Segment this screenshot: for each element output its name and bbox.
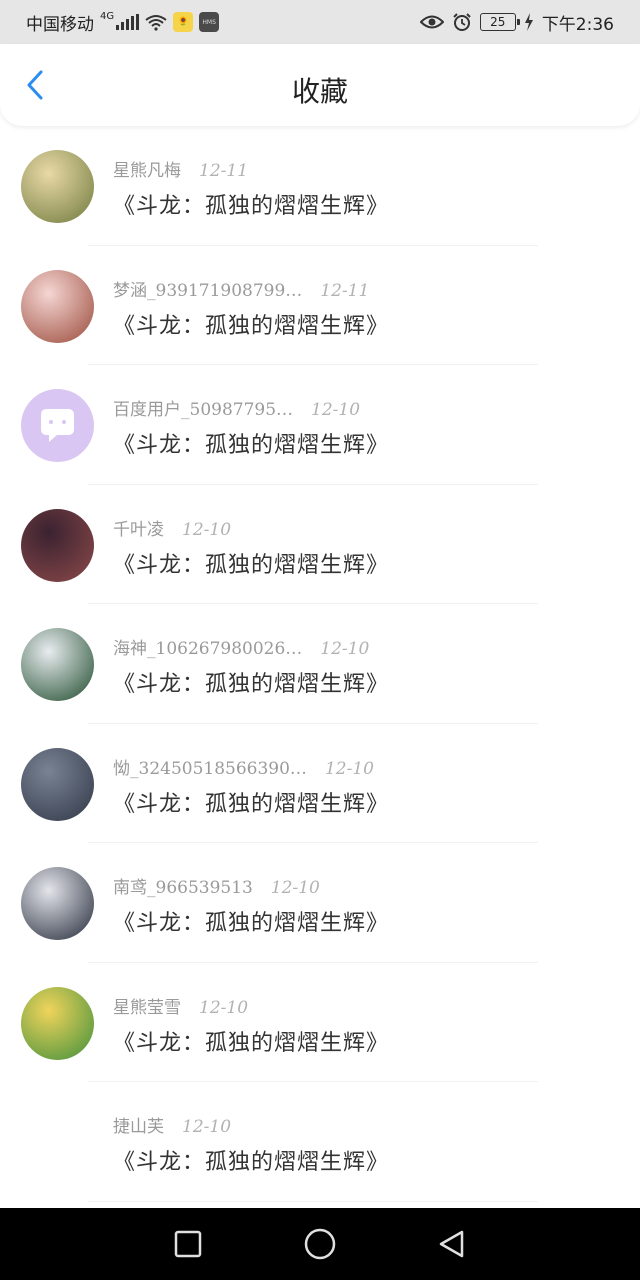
username[interactable]: 星熊凡梅 [113, 161, 181, 181]
date: 12-10 [320, 639, 370, 659]
triangle-back-icon [439, 1230, 464, 1258]
circle-icon [304, 1228, 336, 1260]
favorite-title[interactable]: 《斗龙：孤独的熠熠生辉》 [113, 1144, 389, 1176]
date: 12-11 [199, 161, 249, 181]
list-item[interactable]: 星熊莹雪 12-10 《斗龙：孤独的熠熠生辉》 [0, 963, 640, 1082]
username[interactable]: 捷山芙 [113, 1117, 164, 1137]
favorite-title[interactable]: 《斗龙：孤独的熠熠生辉》 [113, 188, 389, 220]
list-item[interactable]: 捷山芙 12-10 《斗龙：孤独的熠熠生辉》 [0, 1082, 640, 1202]
header: 收藏 [0, 44, 640, 126]
username[interactable]: 海神_106267980026… [113, 639, 302, 659]
home-button[interactable] [297, 1221, 343, 1267]
date: 12-11 [320, 280, 370, 301]
list-item[interactable]: 海神_106267980026… 12-10 《斗龙：孤独的熠熠生辉》 [0, 604, 640, 724]
avatar[interactable] [21, 389, 94, 462]
username[interactable]: 星熊莹雪 [113, 998, 181, 1018]
avatar[interactable] [21, 508, 94, 582]
username[interactable]: 百度用户_50987795… [113, 400, 293, 420]
list-item[interactable]: 梦涵_939171908799… 12-11 《斗龙：孤独的熠熠生辉》 [0, 246, 640, 365]
list-item[interactable]: 怮_32450518566390… 12-10 《斗龙：孤独的熠熠生辉》 [0, 724, 640, 843]
charging-icon [524, 13, 533, 31]
signal-icon [116, 14, 140, 30]
favorites-list: 星熊凡梅 12-11 《斗龙：孤独的熠熠生辉》 梦涵_939171908799… 1… [0, 126, 640, 1208]
date: 12-10 [324, 758, 374, 779]
date: 12-10 [311, 400, 361, 420]
username[interactable]: 南鸢_966539513 [113, 878, 253, 898]
favorite-title[interactable]: 《斗龙：孤独的熠熠生辉》 [113, 786, 389, 818]
favorite-title[interactable]: 《斗龙：孤独的熠熠生辉》 [113, 308, 389, 340]
list-item[interactable]: 星熊凡梅 12-11 《斗龙：孤独的熠熠生辉》 [0, 126, 640, 246]
date: 12-10 [182, 1117, 232, 1137]
list-item[interactable]: 百度用户_50987795… 12-10 《斗龙：孤独的熠熠生辉》 [0, 365, 640, 485]
status-bar: 中国移动 4G 🌻 HMS 25 下午2:36 [0, 0, 640, 44]
avatar[interactable] [21, 628, 94, 701]
recent-apps-button[interactable] [165, 1221, 211, 1267]
avatar[interactable] [21, 747, 94, 821]
favorite-title[interactable]: 《斗龙：孤独的熠熠生辉》 [113, 905, 389, 937]
username[interactable]: 梦涵_939171908799… [113, 281, 302, 301]
date: 12-10 [270, 878, 320, 898]
list-item[interactable]: 千叶凌 12-10 《斗龙：孤独的熠熠生辉》 [0, 485, 640, 604]
favorite-title[interactable]: 《斗龙：孤独的熠熠生辉》 [113, 427, 389, 459]
back-nav-button[interactable] [429, 1221, 475, 1267]
username[interactable]: 怮_32450518566390… [113, 759, 307, 779]
avatar[interactable] [21, 1106, 94, 1179]
date: 12-10 [182, 519, 232, 540]
battery-icon: 25 [479, 13, 520, 31]
chat-bubble-icon [41, 409, 74, 442]
avatar[interactable] [21, 150, 94, 223]
alarm-icon [453, 13, 471, 31]
favorite-title[interactable]: 《斗龙：孤独的熠熠生辉》 [113, 547, 389, 579]
carrier-label: 中国移动 [26, 14, 94, 35]
list-item[interactable]: 南鸢_966539513 12-10 《斗龙：孤独的熠熠生辉》 [0, 843, 640, 963]
eye-icon [419, 15, 444, 29]
avatar[interactable] [21, 986, 94, 1060]
favorite-title[interactable]: 《斗龙：孤独的熠熠生辉》 [113, 1025, 389, 1057]
favorite-title[interactable]: 《斗龙：孤独的熠熠生辉》 [113, 666, 389, 698]
clock: 下午2:36 [541, 14, 614, 35]
square-icon [174, 1230, 202, 1258]
avatar[interactable] [21, 867, 94, 940]
username[interactable]: 千叶凌 [113, 520, 164, 540]
network-type: 4G [100, 10, 115, 22]
avatar[interactable] [21, 269, 94, 343]
hms-icon: HMS [199, 12, 220, 32]
wifi-icon [145, 14, 167, 31]
system-nav-bar [0, 1208, 640, 1280]
page-title: 收藏 [291, 75, 348, 108]
date: 12-10 [199, 997, 249, 1018]
app-notification-icon: 🌻 [173, 12, 194, 32]
divider [88, 1200, 538, 1202]
